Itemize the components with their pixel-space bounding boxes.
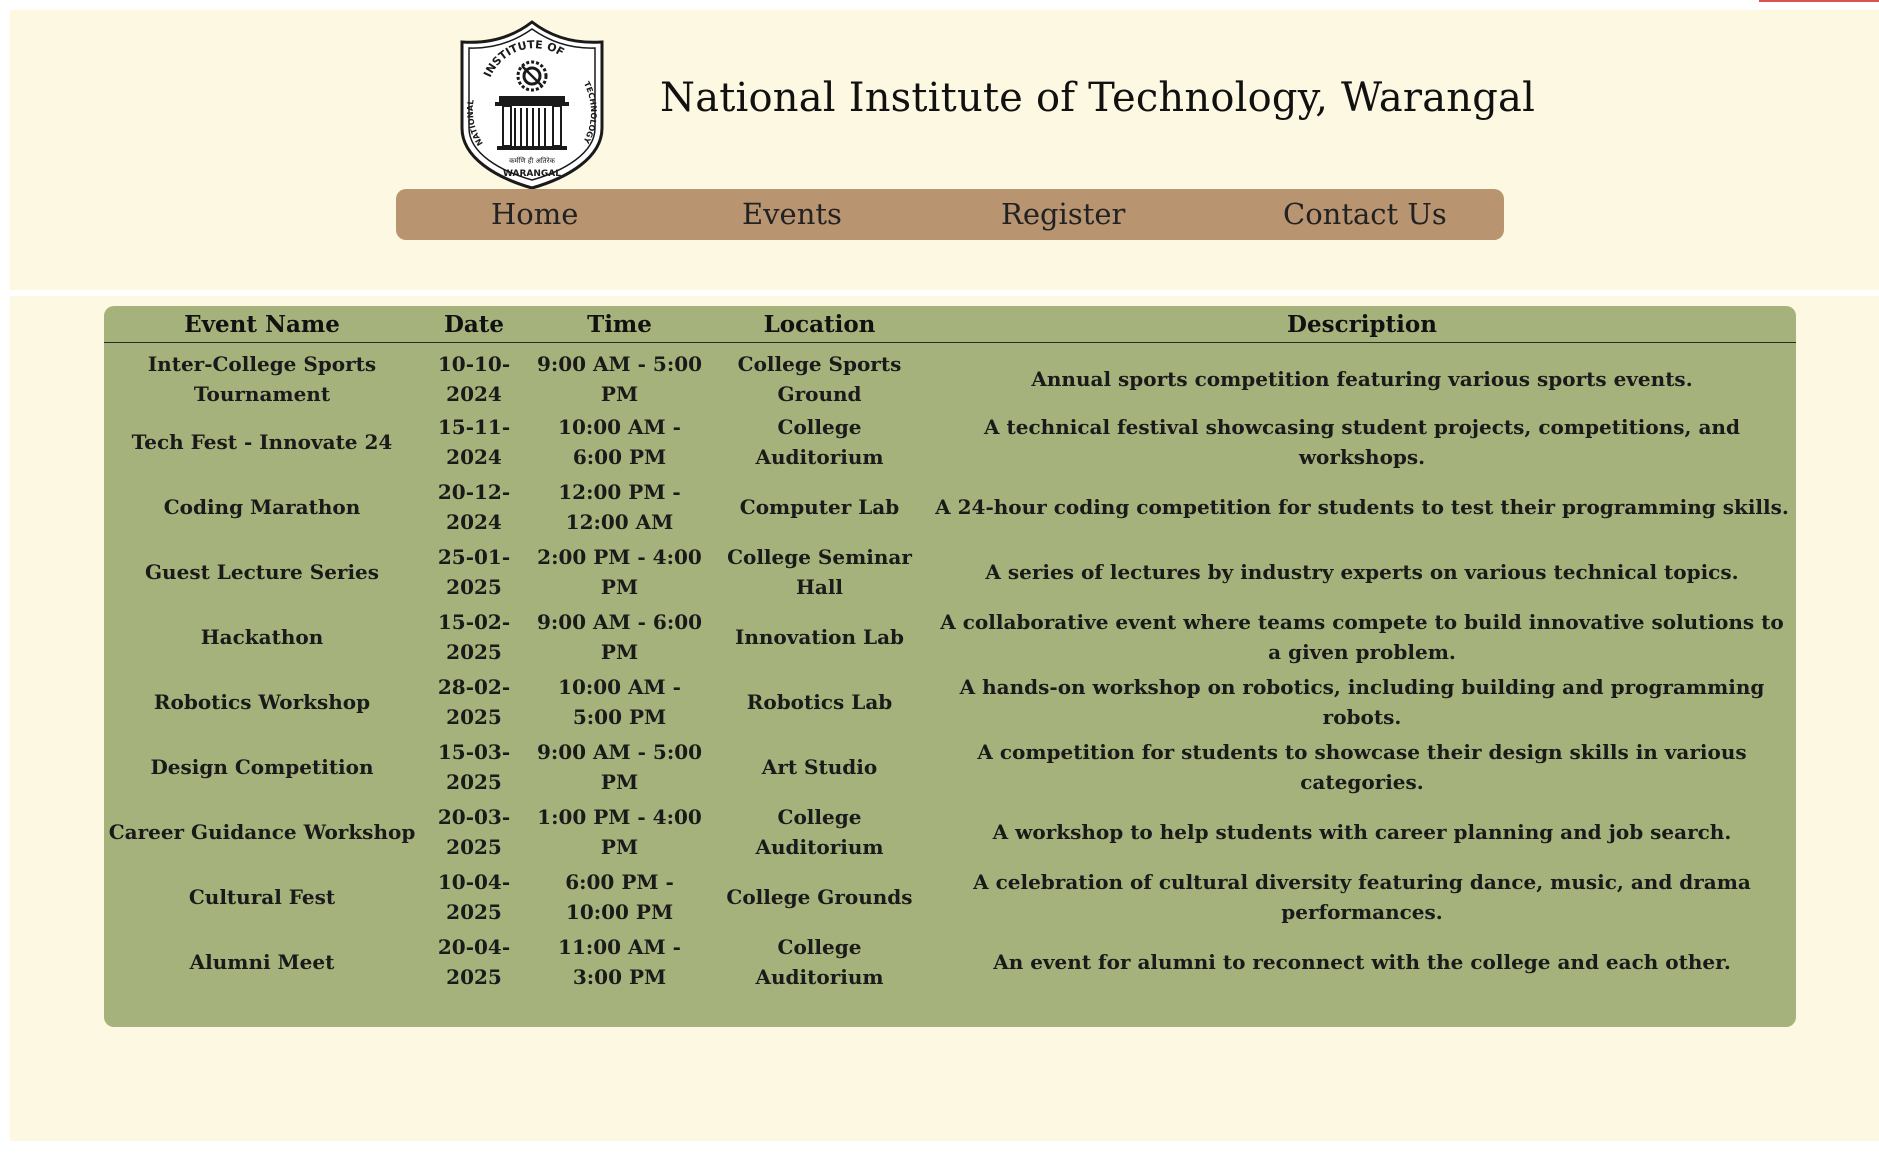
cell-location: College Auditorium	[755, 414, 884, 469]
svg-text:WARANGAL: WARANGAL	[503, 169, 561, 179]
cell-event-name: Inter-College Sports Tournament	[147, 352, 377, 406]
cell-date: 20-12-2024	[437, 479, 511, 534]
table-row: Guest Lecture Series 25-01-2025 2:00 PM …	[104, 539, 1796, 604]
cell-description: Annual sports competition featuring vari…	[1031, 367, 1693, 391]
cell-description: A technical festival showcasing student …	[984, 414, 1740, 469]
main-content: Event Name Date Time Location Descriptio…	[10, 296, 1879, 1141]
cell-location: Computer Lab	[739, 494, 900, 519]
cell-event-name: Robotics Workshop	[153, 689, 371, 714]
top-accent-line	[1759, 0, 1879, 2]
page-bottom-border	[0, 1141, 1879, 1155]
cell-time: 12:00 PM - 12:00 AM	[558, 479, 681, 534]
cell-time: 1:00 PM - 4:00 PM	[537, 804, 702, 859]
cell-event-name: Cultural Fest	[188, 884, 336, 909]
table-header-row: Event Name Date Time Location Descriptio…	[104, 306, 1796, 343]
table-row: Design Competition 15-03-2025 9:00 AM - …	[104, 734, 1796, 799]
cell-date: 25-01-2025	[437, 544, 511, 599]
table-row: Alumni Meet 20-04-2025 11:00 AM - 3:00 P…	[104, 929, 1796, 994]
cell-location: College Sports Ground	[737, 352, 902, 406]
cell-time: 9:00 AM - 6:00 PM	[536, 609, 703, 664]
cell-time: 11:00 AM - 3:00 PM	[558, 934, 681, 989]
cell-event-name: Guest Lecture Series	[144, 559, 380, 584]
cell-location: Robotics Lab	[746, 689, 893, 714]
col-header-description: Description	[928, 306, 1796, 343]
col-header-event-name: Event Name	[104, 306, 420, 343]
site-title: National Institute of Technology, Warang…	[660, 75, 1536, 121]
col-header-location: Location	[711, 306, 928, 343]
main-nav: Home Events Register Contact Us	[396, 189, 1504, 240]
events-table-container: Event Name Date Time Location Descriptio…	[104, 306, 1796, 1027]
table-row: Cultural Fest 10-04-2025 6:00 PM - 10:00…	[104, 864, 1796, 929]
cell-location: College Auditorium	[755, 934, 884, 989]
col-header-time: Time	[528, 306, 711, 343]
cell-time: 2:00 PM - 4:00 PM	[537, 544, 702, 599]
institute-logo-icon: INSTITUTE OF NATIONAL TECHNOLOGY कर्मणि …	[455, 18, 610, 190]
events-table: Event Name Date Time Location Descriptio…	[104, 306, 1796, 994]
cell-description: A 24-hour coding competition for student…	[935, 494, 1789, 519]
cell-date: 28-02-2025	[437, 674, 511, 729]
table-row: Coding Marathon 20-12-2024 12:00 PM - 12…	[104, 474, 1796, 539]
cell-location: College Auditorium	[755, 804, 884, 859]
cell-date: 20-04-2025	[437, 934, 511, 989]
cell-date: 15-02-2025	[437, 609, 511, 664]
cell-location: Innovation Lab	[734, 624, 905, 649]
cell-date: 15-03-2025	[437, 739, 511, 794]
cell-date: 10-04-2025	[437, 869, 511, 924]
cell-description: A workshop to help students with career …	[992, 819, 1732, 844]
cell-time: 9:00 AM - 5:00 PM	[536, 352, 703, 406]
cell-event-name: Tech Fest - Innovate 24	[131, 429, 393, 454]
cell-description: An event for alumni to reconnect with th…	[993, 949, 1731, 974]
cell-description: A hands-on workshop on robotics, includi…	[959, 674, 1765, 729]
cell-event-name: Career Guidance Workshop	[108, 819, 416, 844]
cell-time: 6:00 PM - 10:00 PM	[565, 869, 674, 924]
nav-contact-link[interactable]: Contact Us	[1283, 197, 1447, 231]
cell-event-name: Design Competition	[150, 754, 374, 779]
top-border	[0, 0, 1879, 4]
cell-time: 10:00 AM - 5:00 PM	[558, 674, 681, 729]
col-header-date: Date	[420, 306, 528, 343]
cell-description: A celebration of cultural diversity feat…	[973, 869, 1751, 924]
cell-description: A collaborative event where teams compet…	[940, 609, 1784, 664]
table-row: Inter-College Sports Tournament 10-10-20…	[104, 343, 1796, 410]
nav-events-link[interactable]: Events	[742, 197, 842, 231]
cell-description: A series of lectures by industry experts…	[985, 559, 1739, 584]
cell-location: Art Studio	[761, 754, 878, 779]
svg-text:कर्मणि ही अतिरेक: कर्मणि ही अतिरेक	[509, 156, 555, 165]
cell-location: College Seminar Hall	[727, 544, 912, 599]
cell-location: College Grounds	[726, 884, 913, 909]
cell-time: 10:00 AM - 6:00 PM	[558, 414, 681, 469]
table-row: Career Guidance Workshop 20-03-2025 1:00…	[104, 799, 1796, 864]
cell-event-name: Alumni Meet	[189, 949, 335, 974]
table-row: Tech Fest - Innovate 24 15-11-2024 10:00…	[104, 409, 1796, 474]
cell-event-name: Hackathon	[200, 624, 324, 649]
cell-time: 9:00 AM - 5:00 PM	[536, 739, 703, 794]
nav-home-link[interactable]: Home	[491, 197, 578, 231]
cell-description: A competition for students to showcase t…	[977, 739, 1747, 794]
nav-register-link[interactable]: Register	[1001, 197, 1125, 231]
site-header: INSTITUTE OF NATIONAL TECHNOLOGY कर्मणि …	[10, 10, 1879, 290]
table-row: Hackathon 15-02-2025 9:00 AM - 6:00 PM I…	[104, 604, 1796, 669]
cell-event-name: Coding Marathon	[163, 494, 361, 519]
table-row: Robotics Workshop 28-02-2025 10:00 AM - …	[104, 669, 1796, 734]
cell-date: 20-03-2025	[437, 804, 511, 859]
cell-date: 10-10-2024	[437, 352, 511, 406]
cell-date: 15-11-2024	[437, 414, 511, 469]
